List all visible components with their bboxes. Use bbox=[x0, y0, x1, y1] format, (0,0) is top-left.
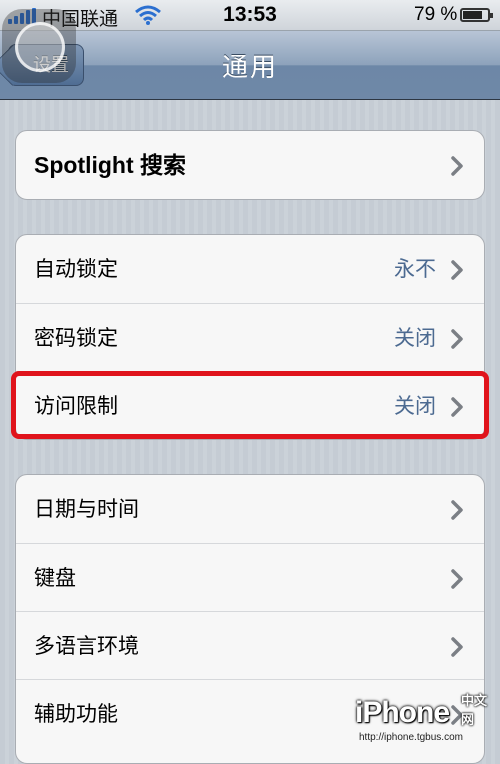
row-value: 永不 bbox=[394, 257, 436, 281]
chevron-right-icon bbox=[451, 329, 463, 349]
highlight-annotation-box bbox=[11, 371, 489, 439]
assistive-touch-button[interactable] bbox=[2, 9, 76, 83]
row-auto-lock[interactable]: 自动锁定 永不 bbox=[16, 235, 484, 303]
row-spotlight-search[interactable]: Spotlight 搜索 bbox=[16, 131, 484, 199]
chevron-right-icon bbox=[451, 156, 463, 176]
row-international[interactable]: 多语言环境 bbox=[16, 611, 484, 679]
row-label: 自动锁定 bbox=[34, 257, 118, 281]
battery-fill bbox=[463, 11, 482, 19]
settings-group-spotlight: Spotlight 搜索 bbox=[15, 130, 485, 200]
watermark-cn: 中文网 bbox=[461, 694, 488, 728]
row-label: 密码锁定 bbox=[34, 326, 118, 350]
row-keyboard[interactable]: 键盘 bbox=[16, 543, 484, 611]
battery-icon bbox=[460, 8, 493, 22]
row-passcode-lock[interactable]: 密码锁定 关闭 bbox=[16, 303, 484, 371]
watermark-text: iPhone bbox=[355, 696, 450, 729]
chevron-right-icon bbox=[451, 260, 463, 280]
row-label: Spotlight 搜索 bbox=[34, 152, 187, 178]
row-label: 多语言环境 bbox=[34, 634, 139, 658]
watermark-url: http://iphone.tgbus.com bbox=[359, 732, 463, 743]
watermark-logo: iPhone 中文网 http://iphone.tgbus.com bbox=[355, 694, 495, 748]
chevron-right-icon bbox=[451, 637, 463, 657]
row-label: 日期与时间 bbox=[34, 497, 139, 521]
battery-percent: 79 % bbox=[414, 4, 458, 25]
row-label: 辅助功能 bbox=[34, 702, 118, 726]
row-value: 关闭 bbox=[394, 326, 436, 350]
row-date-time[interactable]: 日期与时间 bbox=[16, 475, 484, 543]
chevron-right-icon bbox=[451, 569, 463, 589]
chevron-right-icon bbox=[451, 500, 463, 520]
row-label: 键盘 bbox=[34, 566, 76, 590]
